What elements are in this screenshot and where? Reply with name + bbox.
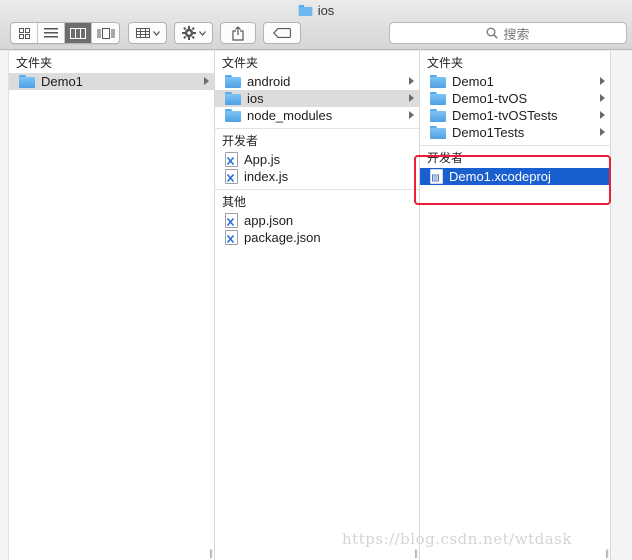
column-1[interactable]: 文件夹 Demo1 ||	[9, 51, 215, 560]
folder-icon	[19, 75, 35, 88]
column-3[interactable]: 文件夹 Demo1 Demo1-tvOS Demo1-tvOSTests Dem…	[420, 51, 611, 560]
icon-view-icon	[18, 27, 30, 39]
folder-icon	[298, 4, 313, 16]
group-header: 文件夹	[222, 55, 259, 70]
disclosure-arrow-icon	[409, 77, 414, 85]
action-button[interactable]	[174, 22, 213, 44]
list-view-icon	[44, 28, 58, 38]
window-title: ios	[0, 2, 632, 18]
coverflow-view-icon	[97, 27, 114, 39]
group-header: 文件夹	[427, 55, 464, 70]
sidebar-edge	[0, 51, 9, 560]
chevron-down-icon	[198, 30, 206, 36]
column-browser: 文件夹 Demo1 || 文件夹 android ios node_module…	[0, 51, 632, 560]
chevron-down-icon	[152, 30, 160, 36]
tag-icon	[273, 28, 291, 38]
item-label: Demo1	[452, 74, 494, 89]
group-header: 开发者	[222, 133, 259, 148]
highlight-box	[414, 155, 611, 205]
folder-icon	[430, 126, 446, 139]
group-by-button[interactable]	[128, 22, 167, 44]
item-label: app.json	[244, 213, 294, 228]
window-titlebar: ios 搜索	[0, 0, 632, 50]
folder-icon	[430, 75, 446, 88]
icon-view-button[interactable]	[11, 23, 38, 43]
item-label: node_modules	[247, 108, 333, 123]
search-placeholder: 搜索	[503, 26, 530, 42]
folder-icon	[430, 92, 446, 105]
group-grid-icon	[135, 28, 150, 38]
folder-icon	[225, 109, 241, 122]
item-label: Demo1-tvOS	[452, 91, 528, 106]
list-item[interactable]: Demo1	[420, 73, 610, 90]
toolbar	[10, 22, 301, 44]
column-view-icon	[70, 27, 86, 39]
json-file-icon	[225, 230, 238, 245]
column-resize-handle[interactable]: ||	[414, 548, 418, 558]
coverflow-view-button[interactable]	[92, 23, 119, 43]
js-file-icon	[225, 169, 238, 184]
folder-icon	[430, 109, 446, 122]
disclosure-arrow-icon	[204, 77, 209, 85]
search-field[interactable]: 搜索	[389, 22, 627, 44]
disclosure-arrow-icon	[600, 128, 605, 136]
list-item[interactable]: node_modules	[215, 107, 419, 124]
disclosure-arrow-icon	[409, 111, 414, 119]
column-resize-handle[interactable]: ||	[209, 548, 213, 558]
item-label: ios	[247, 91, 264, 106]
list-view-button[interactable]	[38, 23, 65, 43]
item-label: Demo1Tests	[452, 125, 525, 140]
item-label: android	[247, 74, 291, 89]
list-item[interactable]: index.js	[215, 168, 419, 185]
item-label: package.json	[244, 230, 321, 245]
group-header: 文件夹	[16, 55, 53, 70]
empty-column-area	[611, 51, 632, 560]
list-item[interactable]: app.json	[215, 212, 419, 229]
item-label: index.js	[244, 169, 289, 184]
disclosure-arrow-icon	[600, 111, 605, 119]
gear-icon	[181, 26, 196, 40]
list-item[interactable]: package.json	[215, 229, 419, 246]
item-label: Demo1	[41, 74, 83, 89]
list-item[interactable]: Demo1-tvOSTests	[420, 107, 610, 124]
tag-button[interactable]	[263, 22, 301, 44]
item-label: App.js	[244, 152, 281, 167]
js-file-icon	[225, 152, 238, 167]
list-item[interactable]: ios	[215, 90, 419, 107]
column-view-button[interactable]	[65, 23, 92, 43]
window-title-text: ios	[317, 2, 335, 18]
column-2[interactable]: 文件夹 android ios node_modules 开发者 App.js	[215, 51, 420, 560]
json-file-icon	[225, 213, 238, 228]
search-icon	[486, 27, 499, 39]
disclosure-arrow-icon	[600, 77, 605, 85]
list-item[interactable]: App.js	[215, 151, 419, 168]
group-header: 其他	[222, 194, 247, 209]
view-mode-segmented	[10, 22, 120, 44]
item-label: Demo1-tvOSTests	[452, 108, 558, 123]
disclosure-arrow-icon	[600, 94, 605, 102]
folder-icon	[225, 92, 241, 105]
share-button[interactable]	[220, 22, 256, 44]
list-item[interactable]: Demo1Tests	[420, 124, 610, 141]
list-item[interactable]: Demo1	[9, 73, 214, 90]
column-resize-handle[interactable]: ||	[605, 548, 609, 558]
share-icon	[232, 25, 244, 41]
list-item[interactable]: android	[215, 73, 419, 90]
disclosure-arrow-icon	[409, 94, 414, 102]
watermark: https://blog.csdn.net/wtdask	[342, 530, 572, 548]
folder-icon	[225, 75, 241, 88]
list-item[interactable]: Demo1-tvOS	[420, 90, 610, 107]
